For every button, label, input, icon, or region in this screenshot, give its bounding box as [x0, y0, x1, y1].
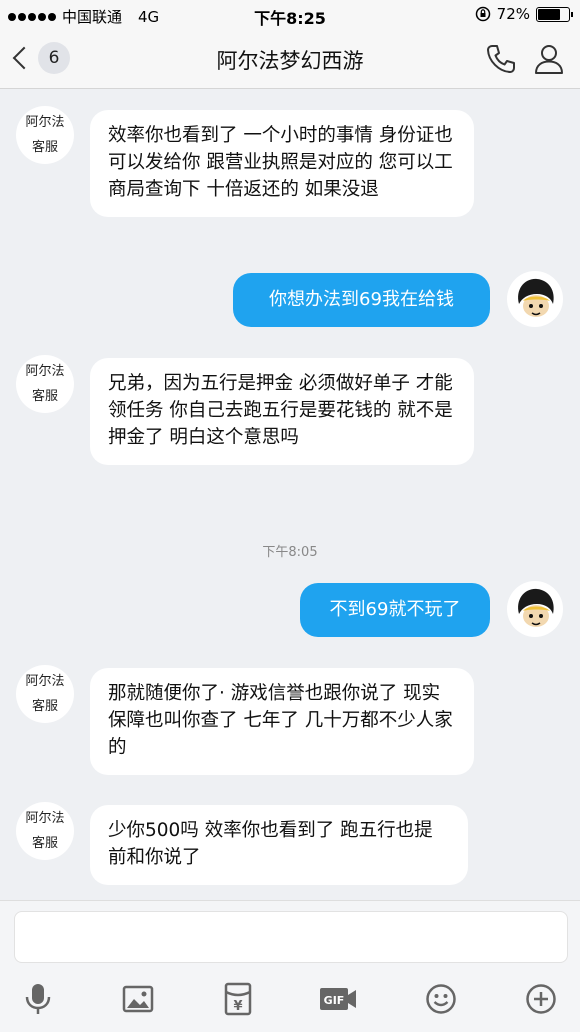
gif-button[interactable]: GIF	[318, 979, 358, 1019]
user-avatar-image	[508, 272, 562, 326]
message-input[interactable]	[14, 911, 568, 963]
contact-avatar[interactable]: 阿尔法 客服	[16, 802, 74, 860]
message-bubble-outgoing[interactable]: 你想办法到69我在给钱	[233, 273, 490, 327]
battery-icon	[536, 6, 573, 22]
contact-avatar[interactable]: 阿尔法 客服	[16, 355, 74, 413]
user-avatar-image	[508, 582, 562, 636]
profile-button[interactable]	[532, 42, 566, 80]
contact-avatar[interactable]: 阿尔法 客服	[16, 665, 74, 723]
status-bar: 中国联通 4G 下午8:25 72%	[0, 0, 580, 30]
more-button[interactable]	[521, 979, 561, 1019]
person-icon	[535, 45, 563, 74]
chat-header: 6 阿尔法梦幻西游	[0, 30, 580, 89]
message-bubble-incoming[interactable]: 兄弟，因为五行是押金 必须做好单子 才能领任务 你自己去跑五行是要花钱的 就不是…	[90, 358, 474, 465]
composer: ¥ GIF	[0, 900, 580, 1032]
battery-percent: 72%	[496, 5, 530, 23]
emoji-icon	[426, 984, 456, 1014]
svg-text:¥: ¥	[233, 999, 242, 1014]
contact-avatar[interactable]: 阿尔法 客服	[16, 106, 74, 164]
user-avatar[interactable]	[507, 271, 563, 327]
message-timestamp: 下午8:05	[262, 545, 318, 560]
avatar-name-line1: 阿尔法	[25, 811, 65, 826]
red-packet-icon: ¥	[224, 982, 252, 1016]
svg-text:GIF: GIF	[324, 994, 345, 1007]
rotation-lock-icon	[475, 6, 490, 22]
image-icon	[122, 985, 154, 1013]
plus-icon	[526, 984, 556, 1014]
message-bubble-outgoing[interactable]: 不到69就不玩了	[300, 583, 490, 637]
avatar-name-line1: 阿尔法	[25, 364, 65, 379]
message-bubble-incoming[interactable]: 那就随便你了· 游戏信誉也跟你说了 现实保障也叫你查了 七年了 几十万都不少人家…	[90, 668, 474, 775]
red-packet-button[interactable]: ¥	[218, 979, 258, 1019]
call-button[interactable]	[484, 42, 518, 80]
avatar-name-line1: 阿尔法	[25, 115, 65, 130]
voice-button[interactable]	[18, 979, 58, 1019]
message-bubble-incoming[interactable]: 少你500吗 效率你也看到了 跑五行也提前和你说了	[90, 805, 468, 885]
composer-toolbar: ¥ GIF	[0, 973, 580, 1023]
user-avatar[interactable]	[507, 581, 563, 637]
image-button[interactable]	[118, 979, 158, 1019]
message-bubble-incoming[interactable]: 效率你也看到了 一个小时的事情 身份证也可以发给你 跟营业执照是对应的 您可以工…	[90, 110, 474, 217]
avatar-name-line2: 客服	[31, 699, 58, 714]
phone-icon	[487, 45, 515, 73]
mic-icon	[25, 984, 51, 1014]
gif-icon: GIF	[320, 988, 356, 1010]
avatar-name-line2: 客服	[31, 140, 58, 155]
avatar-name-line1: 阿尔法	[25, 674, 65, 689]
avatar-name-line2: 客服	[31, 389, 58, 404]
emoji-button[interactable]	[421, 979, 461, 1019]
avatar-name-line2: 客服	[31, 836, 58, 851]
